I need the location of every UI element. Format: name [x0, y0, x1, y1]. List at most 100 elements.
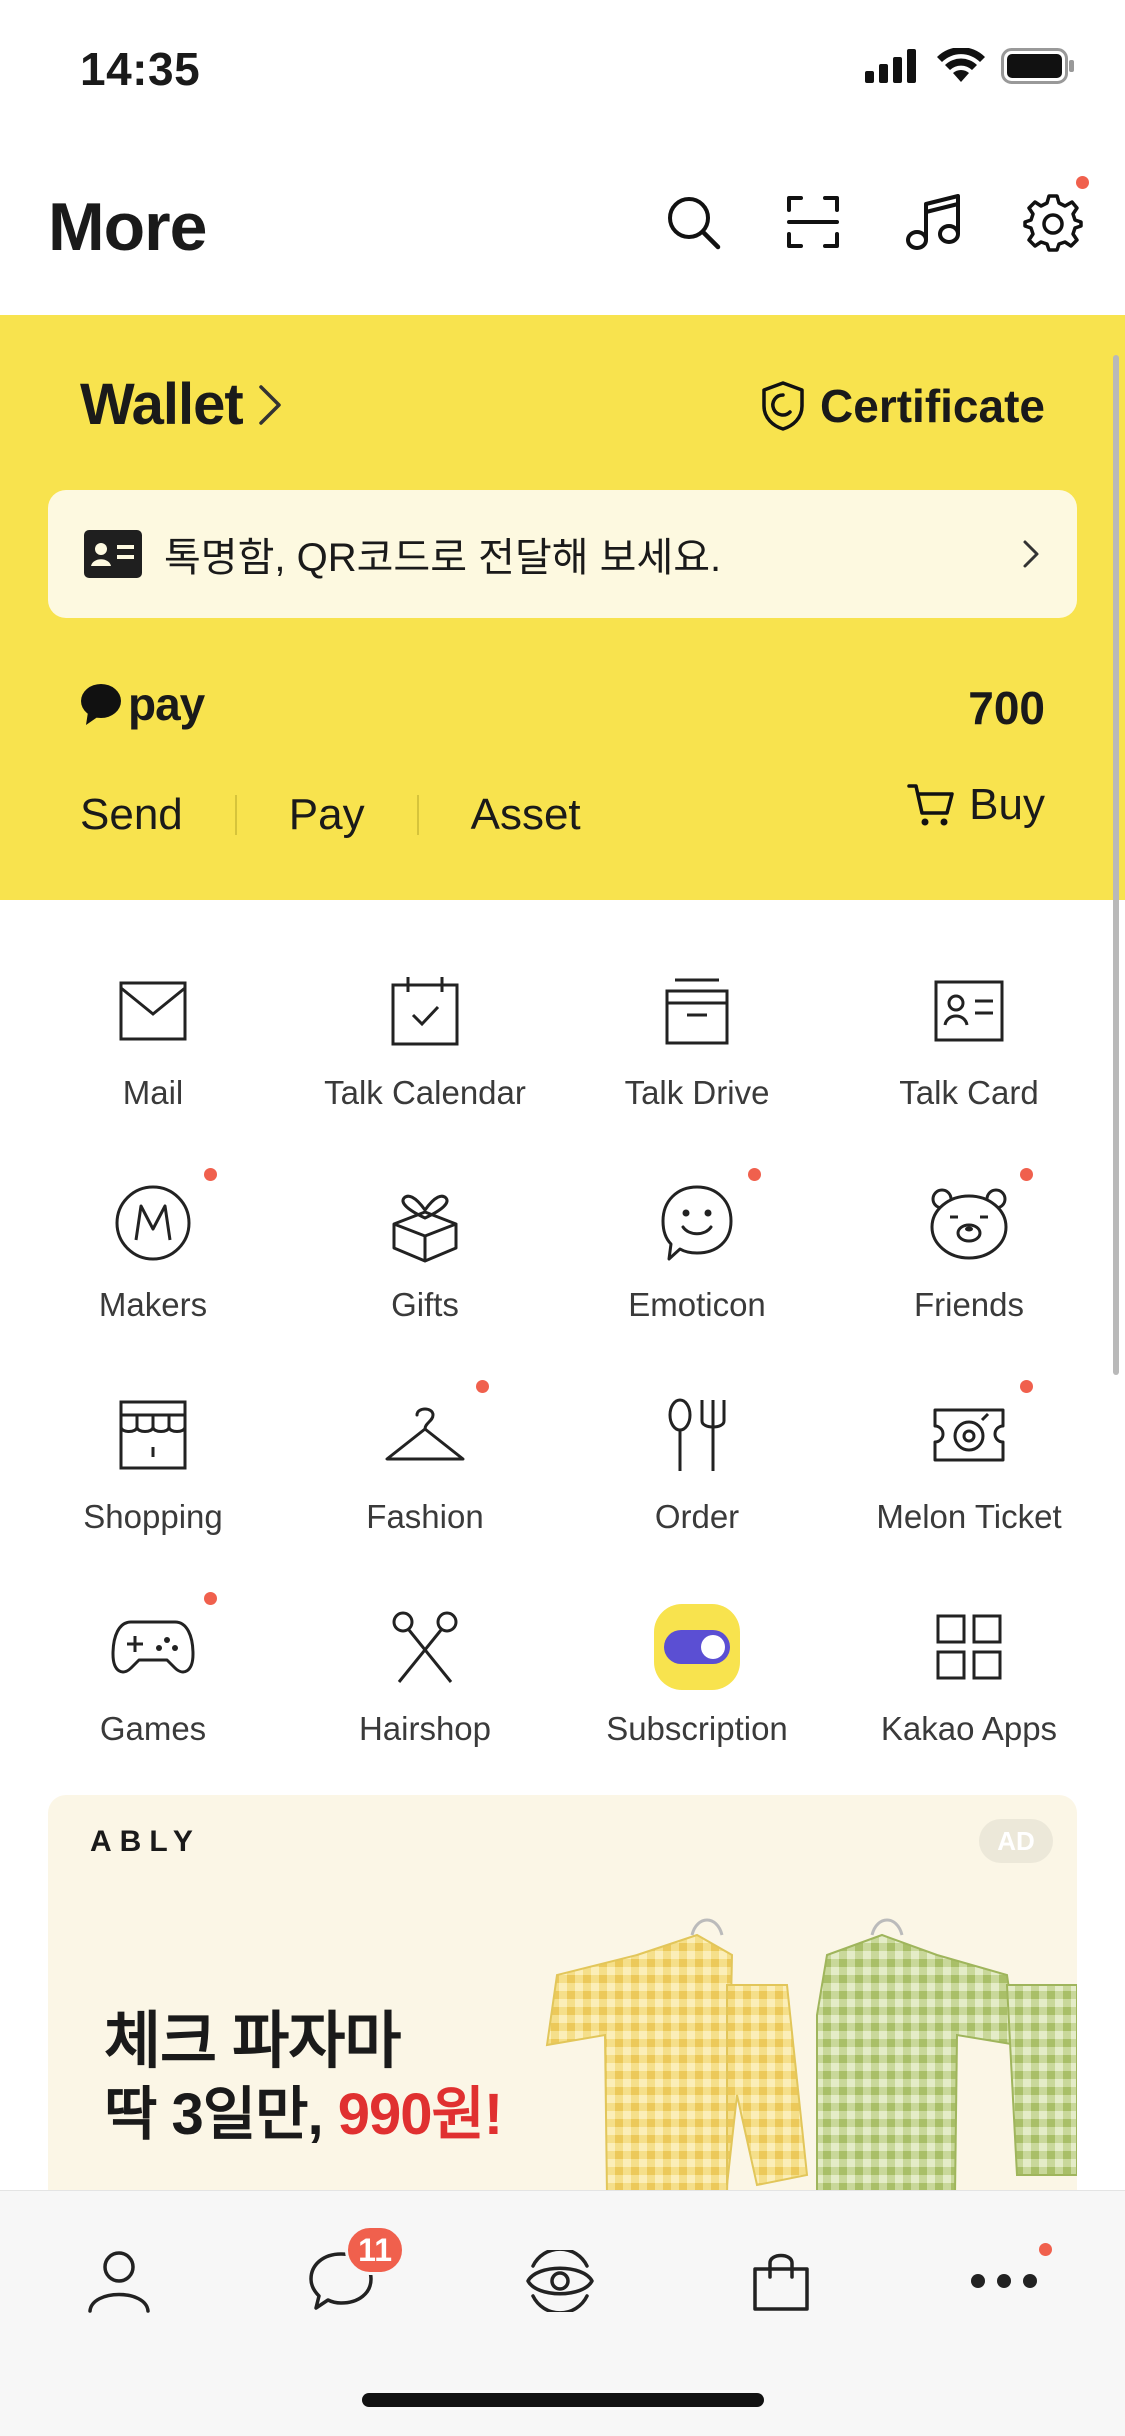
wallet-title: Wallet: [80, 372, 244, 437]
toggle-icon: [654, 1604, 740, 1690]
status-icons: [865, 48, 1075, 84]
pay-balance[interactable]: 700: [968, 681, 1045, 735]
music-icon: [906, 194, 960, 250]
person-icon: [88, 2251, 150, 2313]
tab-view[interactable]: [510, 2231, 610, 2331]
status-bar: 14:35: [0, 0, 1125, 140]
makers-icon: [115, 1185, 191, 1261]
search-icon: [668, 197, 721, 250]
grid-item-talk-drive[interactable]: Talk Drive: [561, 900, 833, 1112]
gamepad-icon: [111, 1620, 195, 1674]
divider: [416, 795, 419, 835]
scan-button[interactable]: [781, 190, 845, 254]
grid-item-games[interactable]: Games: [17, 1536, 289, 1748]
grid-item-label: Subscription: [606, 1710, 788, 1747]
hanger-icon: [385, 1407, 465, 1461]
grid-item-shopping[interactable]: Shopping: [17, 1324, 289, 1536]
scan-icon: [787, 196, 839, 248]
page-title: More: [48, 189, 207, 265]
wallet-link[interactable]: Wallet: [80, 371, 283, 438]
grid-item-kakao-apps[interactable]: Kakao Apps: [833, 1536, 1105, 1748]
grid-item-emoticon[interactable]: Emoticon: [561, 1112, 833, 1324]
eye-icon: [526, 2250, 594, 2312]
send-button[interactable]: Send: [80, 790, 183, 840]
battery-icon: [1001, 48, 1074, 84]
kakaopay-logo[interactable]: pay: [80, 677, 205, 731]
ad-banner[interactable]: ABLY AD 체크 파자마 딱 3일만, 990원!: [48, 1795, 1077, 2245]
notification-dot: [204, 1168, 217, 1181]
wallet-actions: Send Pay Asset Buy: [80, 780, 1045, 850]
buy-label: Buy: [969, 780, 1045, 829]
more-dots-icon: [971, 2274, 1037, 2288]
gear-icon: [1023, 194, 1083, 252]
grid-item-label: Talk Calendar: [324, 1074, 526, 1111]
header-actions: [661, 176, 1089, 254]
speech-bubble-icon: [81, 684, 121, 725]
certificate-button[interactable]: Certificate: [760, 379, 1045, 433]
chat-badge: 11: [345, 2225, 405, 2275]
tab-bar: 11: [0, 2190, 1125, 2436]
tab-chats[interactable]: 11: [291, 2225, 405, 2331]
grid-item-gifts[interactable]: Gifts: [289, 1112, 561, 1324]
grid-item-hairshop[interactable]: Hairshop: [289, 1536, 561, 1748]
header: More: [0, 140, 1125, 315]
notification-dot: [476, 1380, 489, 1393]
notice-text: 톡명함, QR코드로 전달해 보세요.: [164, 536, 722, 580]
grid-item-melon-ticket[interactable]: Melon Ticket: [833, 1324, 1105, 1536]
search-button[interactable]: [661, 190, 725, 254]
mail-icon: [119, 981, 187, 1041]
notification-dot: [1020, 1168, 1033, 1181]
tab-friends[interactable]: [69, 2231, 169, 2331]
grid-item-label: Shopping: [83, 1498, 223, 1535]
grid-item-label: Kakao Apps: [880, 1710, 1058, 1747]
grid-item-talk-calendar[interactable]: Talk Calendar: [289, 900, 561, 1112]
id-card-notice[interactable]: 톡명함, QR코드로 전달해 보세요.: [48, 490, 1077, 618]
wifi-icon: [937, 48, 985, 82]
scissors-icon: [392, 1611, 458, 1683]
divider: [234, 795, 237, 835]
more-notification-dot: [1039, 2243, 1052, 2256]
grid-item-mail[interactable]: Mail: [17, 900, 289, 1112]
signal-icon: [865, 49, 916, 83]
shield-icon: [762, 381, 804, 431]
grid-item-label: Fashion: [366, 1498, 484, 1535]
grid-item-subscription[interactable]: Subscription: [561, 1536, 833, 1748]
grid-item-order[interactable]: Order: [561, 1324, 833, 1536]
tab-shopping[interactable]: [731, 2231, 831, 2331]
ad-brand: ABLY: [90, 1825, 201, 1858]
grid-item-label: Friends: [913, 1286, 1025, 1323]
calendar-icon: [391, 977, 459, 1046]
wallet-section: Wallet Certificate 톡명함, QR코드로 전달해 보세요. p…: [0, 315, 1125, 900]
grid-item-label: Order: [654, 1498, 740, 1535]
pay-button[interactable]: Pay: [289, 790, 365, 840]
grid-item-label: Hairshop: [358, 1710, 492, 1747]
id-card-icon: [84, 530, 142, 578]
grid-item-fashion[interactable]: Fashion: [289, 1324, 561, 1536]
asset-button[interactable]: Asset: [471, 790, 581, 840]
grid-item-talk-card[interactable]: Talk Card: [833, 900, 1105, 1112]
grid-item-friends[interactable]: Friends: [833, 1112, 1105, 1324]
buy-button[interactable]: Buy: [907, 780, 1045, 830]
grid-item-label: Emoticon: [628, 1286, 766, 1323]
tab-more[interactable]: [954, 2231, 1054, 2331]
pay-logo-text: pay: [128, 678, 205, 730]
scrollbar[interactable]: [1113, 355, 1119, 1375]
card-icon: [934, 980, 1004, 1042]
settings-button[interactable]: [1021, 176, 1089, 254]
grid-item-makers[interactable]: Makers: [17, 1112, 289, 1324]
grid-item-label: Talk Drive: [624, 1074, 770, 1111]
emoticon-icon: [661, 1185, 733, 1261]
shopping-icon: [119, 1400, 187, 1470]
ad-badge: AD: [979, 1819, 1053, 1863]
grid-item-label: Mail: [122, 1074, 184, 1111]
fork-spoon-icon: [668, 1398, 726, 1471]
status-time: 14:35: [80, 43, 201, 95]
ad-subheadline-text: 딱 3일만,: [104, 2082, 338, 2147]
ticket-icon: [933, 1408, 1005, 1462]
grid-item-label: Makers: [98, 1286, 208, 1323]
drive-icon: [665, 978, 729, 1045]
grid-item-label: Gifts: [391, 1286, 459, 1323]
friends-icon: [930, 1188, 1008, 1260]
notification-dot: [748, 1168, 761, 1181]
music-button[interactable]: [901, 190, 965, 254]
